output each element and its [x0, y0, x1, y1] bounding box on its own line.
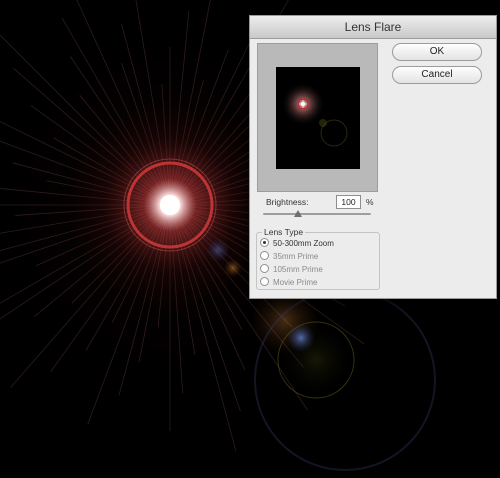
radio-label: 50-300mm Zoom: [273, 239, 334, 248]
brightness-label: Brightness:: [266, 197, 309, 207]
brightness-unit: %: [366, 197, 374, 207]
radio-label: Movie Prime: [273, 278, 318, 287]
radio-label: 35mm Prime: [273, 252, 319, 261]
radio-icon: [260, 251, 269, 260]
lens-type-label: Lens Type: [262, 227, 306, 237]
preview-frame: [257, 43, 378, 192]
radio-icon: [260, 264, 269, 273]
brightness-slider-track[interactable]: [263, 213, 371, 215]
flare-preview[interactable]: [276, 67, 360, 169]
brightness-slider-thumb[interactable]: [294, 210, 302, 217]
lens-type-radio-35mm[interactable]: 35mm Prime: [260, 251, 318, 261]
brightness-input[interactable]: 100: [336, 195, 361, 209]
ok-button[interactable]: OK: [392, 43, 482, 61]
dialog-title: Lens Flare: [250, 16, 496, 39]
lens-type-radio-50-300mm[interactable]: 50-300mm Zoom: [260, 238, 334, 248]
radio-icon: [260, 238, 269, 247]
lens-type-radio-movie-prime[interactable]: Movie Prime: [260, 277, 317, 287]
radio-label: 105mm Prime: [273, 265, 323, 274]
radio-icon: [260, 277, 269, 286]
cancel-button[interactable]: Cancel: [392, 66, 482, 84]
lens-type-radio-105mm[interactable]: 105mm Prime: [260, 264, 323, 274]
lens-flare-dialog: Lens Flare OK Cancel Brightness: 100 % L…: [249, 15, 497, 299]
